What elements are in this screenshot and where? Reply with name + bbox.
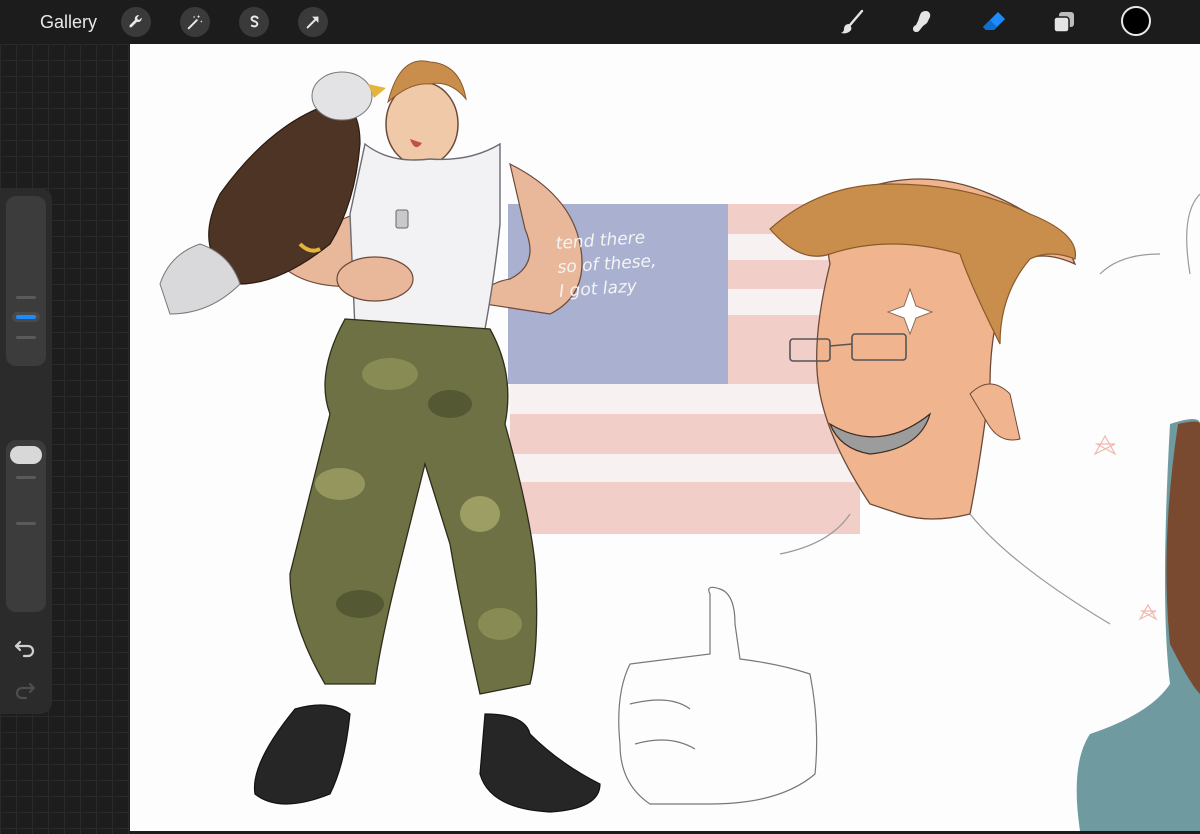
transform-button[interactable] xyxy=(298,7,328,37)
artwork xyxy=(159,60,1200,831)
actions-button[interactable] xyxy=(121,7,151,37)
paint-tool-button[interactable] xyxy=(836,6,868,38)
smudge-icon xyxy=(913,11,931,33)
thumbs-up-sketch xyxy=(618,586,818,805)
brush-size-thumb[interactable] xyxy=(10,310,42,324)
opacity-slider[interactable] xyxy=(6,440,46,612)
portrait-drawing xyxy=(769,178,1111,625)
layers-button[interactable] xyxy=(1048,6,1080,38)
sidebar xyxy=(0,188,52,714)
layers-icon xyxy=(1053,12,1074,33)
undo-icon[interactable] xyxy=(12,634,38,660)
slider-tick xyxy=(16,522,36,525)
color-picker-button[interactable] xyxy=(1121,6,1151,36)
slider-tick xyxy=(16,476,36,479)
partial-figure-drawing xyxy=(1076,193,1200,831)
adjustments-button[interactable] xyxy=(180,7,210,37)
drawing-canvas[interactable]: tend there so of these, I got lazy xyxy=(130,44,1200,831)
smudge-tool-button[interactable] xyxy=(906,6,938,38)
eraser-icon xyxy=(983,12,1005,30)
gallery-button[interactable]: Gallery xyxy=(40,11,97,33)
arrow-transform-icon xyxy=(306,16,319,29)
selection-button[interactable] xyxy=(239,7,269,37)
brush-size-slider[interactable] xyxy=(6,196,46,366)
magic-wand-icon xyxy=(187,14,203,30)
brush-icon xyxy=(841,9,864,34)
top-toolbar: Gallery xyxy=(0,0,1200,44)
redo-icon[interactable] xyxy=(12,676,38,702)
handwritten-note: tend there so of these, I got lazy xyxy=(555,219,740,303)
slider-tick xyxy=(16,296,36,299)
slider-tick xyxy=(16,336,36,339)
selection-s-icon xyxy=(250,15,259,28)
opacity-thumb[interactable] xyxy=(10,446,42,464)
wrench-icon xyxy=(129,15,142,28)
eraser-tool-button[interactable] xyxy=(978,6,1010,38)
